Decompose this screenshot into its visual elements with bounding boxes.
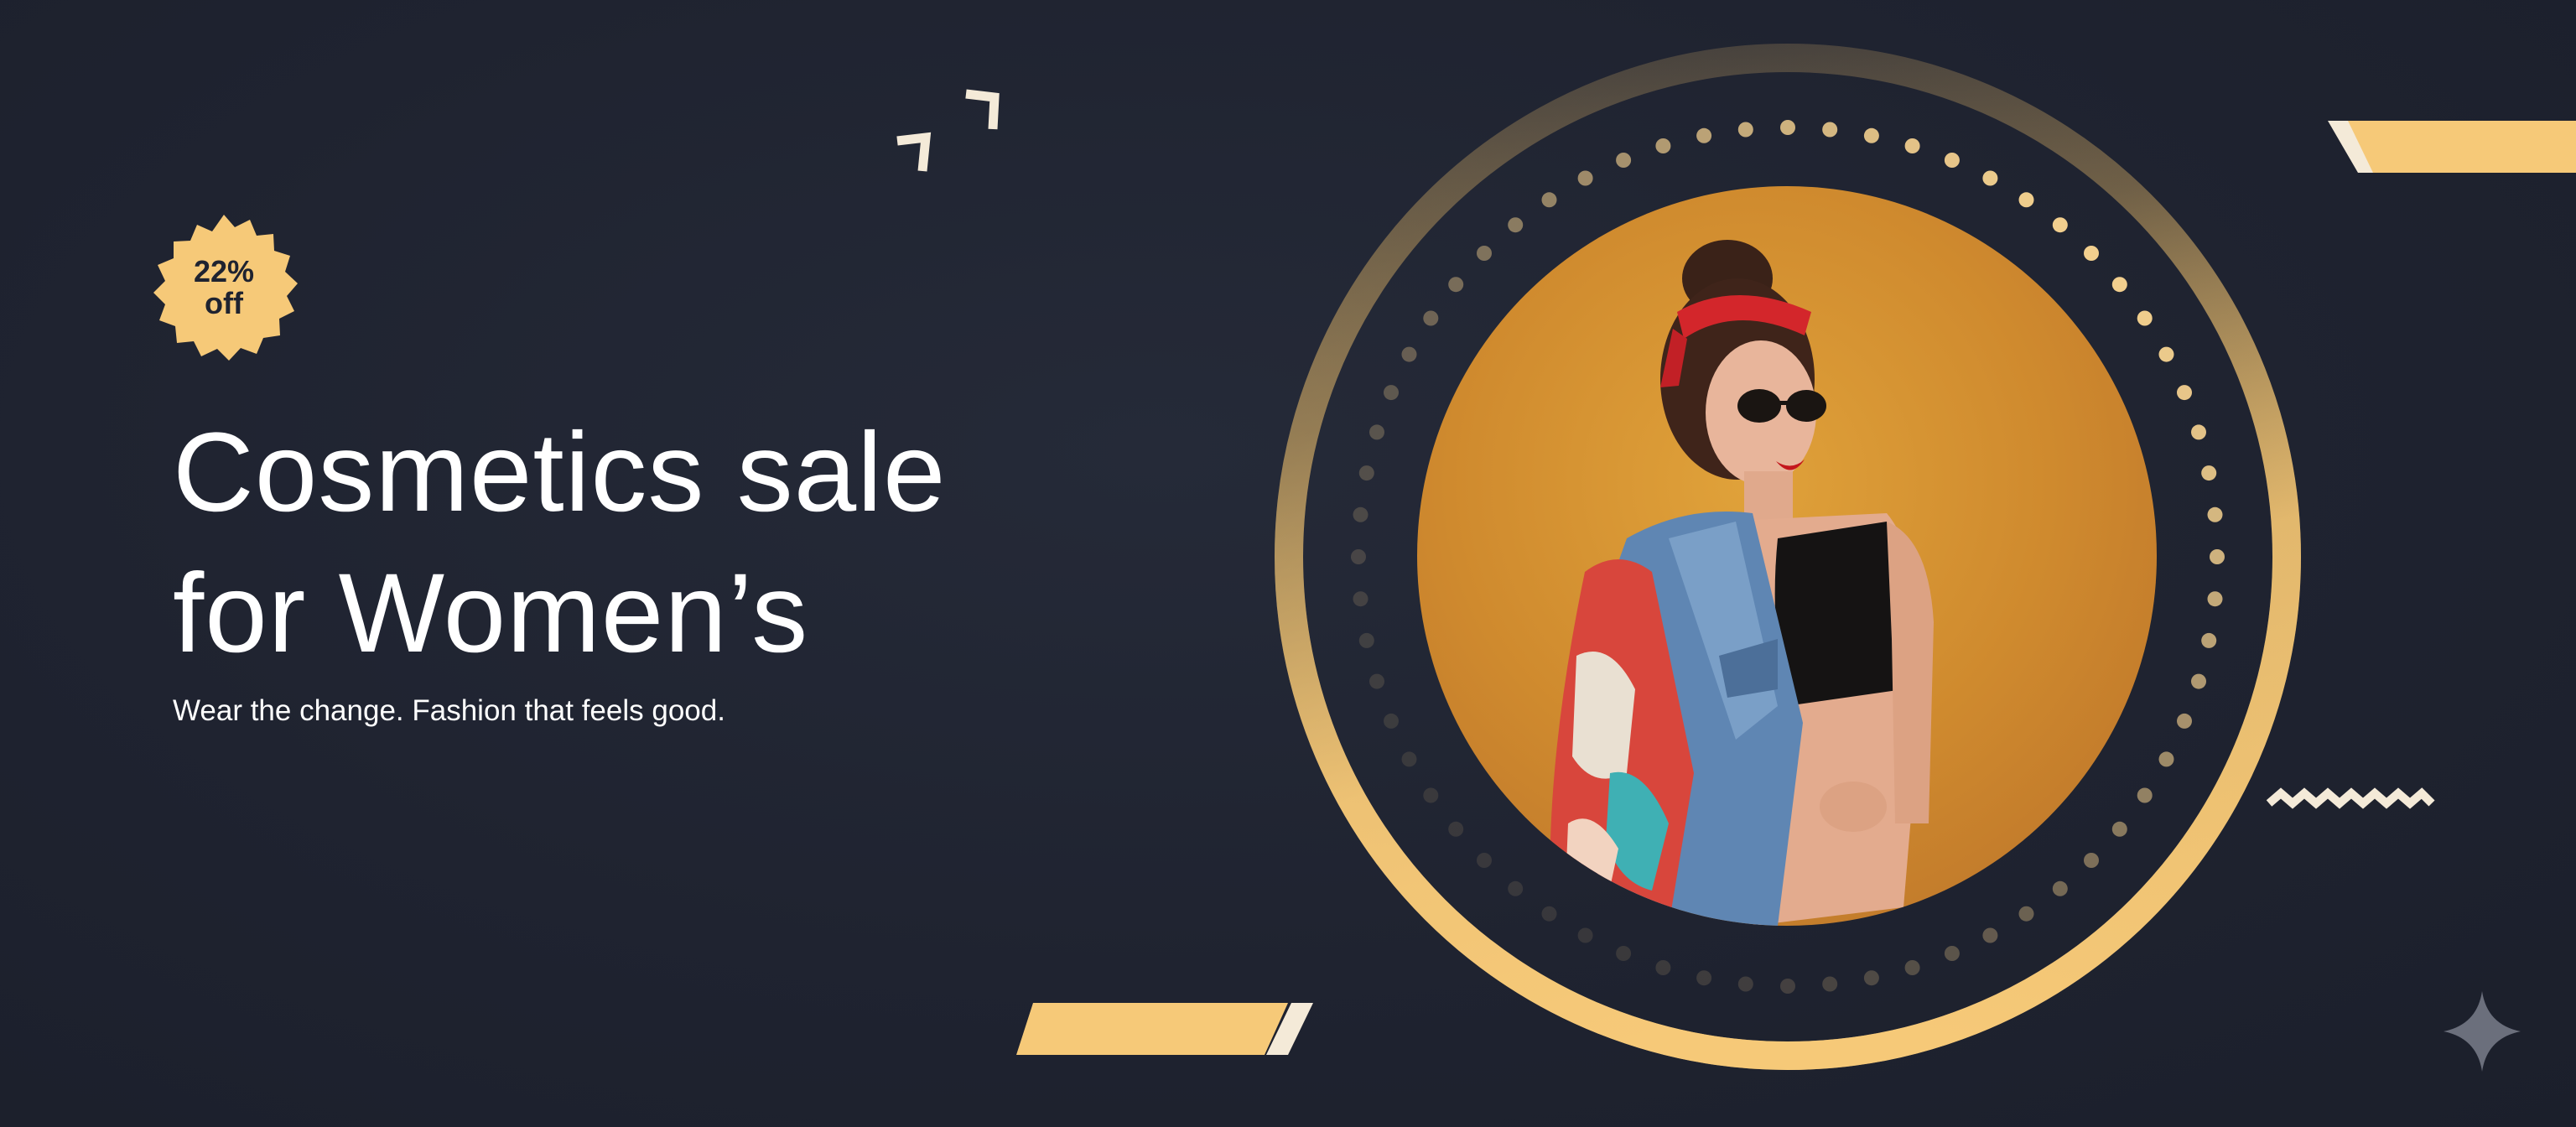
model-figure-illustration <box>1550 240 1934 926</box>
ring-dot <box>2177 713 2192 729</box>
zigzag-icon <box>2266 787 2435 809</box>
ring-dot <box>1982 170 1998 186</box>
ring-dot <box>1358 632 1374 648</box>
ring-dot <box>2158 751 2174 767</box>
ring-dot <box>2177 385 2192 401</box>
ring-dot <box>1351 549 1366 564</box>
page-title: Cosmetics sale for Women’s <box>173 402 947 684</box>
ring-dot <box>1353 506 1368 522</box>
ring-dot <box>1822 122 1838 138</box>
discount-badge: 22% off <box>148 211 300 364</box>
ring-dot <box>2201 465 2217 481</box>
ring-dot <box>1780 979 1795 994</box>
ring-dot <box>1737 122 1753 138</box>
ring-dot <box>2210 549 2225 564</box>
headline-line-2: for Women’s <box>173 551 809 676</box>
ring-dot <box>1780 120 1795 135</box>
ring-dot <box>1616 153 1632 168</box>
ring-dot <box>1904 960 1920 975</box>
badge-off-label: off <box>205 286 243 320</box>
ring-dot <box>1655 960 1671 975</box>
ring-dot <box>1577 927 1593 943</box>
badge-percent: 22% <box>193 254 255 288</box>
ring-dot <box>1369 424 1384 440</box>
headline-line-1: Cosmetics sale <box>173 410 947 535</box>
ring-dot <box>1944 153 1960 168</box>
ring-dot <box>2158 346 2174 362</box>
gold-stripe-top-right <box>2340 121 2576 173</box>
ring-dot <box>1655 138 1671 153</box>
ring-dot <box>2191 673 2206 689</box>
ring-dot <box>1822 976 1838 992</box>
gold-stripe-bottom <box>1016 1003 1288 1055</box>
ring-dot <box>1369 673 1384 689</box>
ring-dot <box>1944 946 1960 961</box>
ring-dot <box>2201 632 2217 648</box>
ring-dot <box>1737 976 1753 992</box>
ring-dot <box>1384 713 1399 729</box>
ring-dot <box>1401 346 1417 362</box>
ring-dot <box>1696 970 1712 986</box>
ring-dot <box>1384 385 1399 401</box>
ring-dot <box>1696 127 1712 143</box>
promo-banner: 22% off Cosmetics sale for Women’s Wear … <box>0 0 2576 1127</box>
ring-dot <box>2207 506 2223 522</box>
ring-dot <box>1982 927 1998 943</box>
tagline: Wear the change. Fashion that feels good… <box>173 694 725 727</box>
sparkle-star-icon <box>2444 991 2521 1072</box>
ring-dot <box>1863 970 1879 986</box>
ring-dot <box>1401 751 1417 767</box>
ring-dot <box>1358 465 1374 481</box>
ring-dot <box>1904 138 1920 153</box>
ring-dot <box>1577 170 1593 186</box>
ring-dot <box>1353 591 1368 607</box>
ring-dot <box>1616 946 1632 961</box>
ring-dot <box>2207 591 2223 607</box>
ring-dot <box>2191 424 2206 440</box>
ring-dot <box>1863 127 1879 143</box>
model-photo <box>1417 186 2157 926</box>
